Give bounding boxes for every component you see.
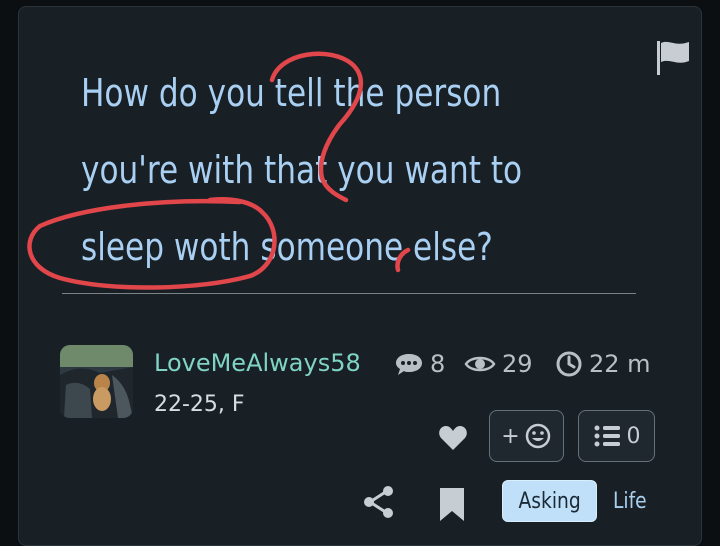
tag-asking-label: Asking	[518, 488, 581, 514]
bookmark-icon[interactable]	[438, 486, 466, 526]
opinions-button[interactable]: 0	[578, 410, 655, 462]
question-card: How do you tell the person you're with t…	[18, 6, 702, 546]
speech-bubble-icon	[394, 351, 424, 377]
comments-value: 8	[430, 350, 446, 378]
clock-icon	[555, 350, 583, 378]
time-value: 22 m	[589, 350, 651, 378]
add-reaction-label: +	[501, 423, 520, 449]
share-icon[interactable]	[362, 484, 396, 524]
views-value: 29	[502, 350, 533, 378]
author-username[interactable]: LoveMeAlways58	[154, 349, 361, 377]
author-info: 22-25, F	[154, 392, 245, 417]
divider	[62, 293, 636, 294]
add-reaction-button[interactable]: +	[489, 410, 564, 462]
time-ago: 22 m	[555, 350, 651, 378]
tag-asking[interactable]: Asking	[502, 480, 598, 522]
views-count: 29	[464, 350, 533, 378]
comments-count: 8	[394, 350, 445, 378]
flag-icon[interactable]	[651, 37, 695, 85]
title-line: sleep woth someone else?	[81, 225, 493, 269]
list-icon	[593, 423, 621, 449]
title-line: How do you tell the person	[81, 71, 502, 115]
tag-life-label: Life	[612, 488, 647, 514]
question-title: How do you tell the person you're with t…	[81, 55, 540, 286]
smiley-icon	[524, 422, 552, 450]
heart-icon[interactable]	[438, 424, 468, 456]
tag-life[interactable]: Life	[602, 480, 658, 522]
title-line: you're with that you want to	[81, 148, 523, 192]
opinions-count: 0	[626, 423, 641, 449]
eye-icon	[464, 352, 496, 376]
avatar[interactable]	[60, 345, 133, 418]
